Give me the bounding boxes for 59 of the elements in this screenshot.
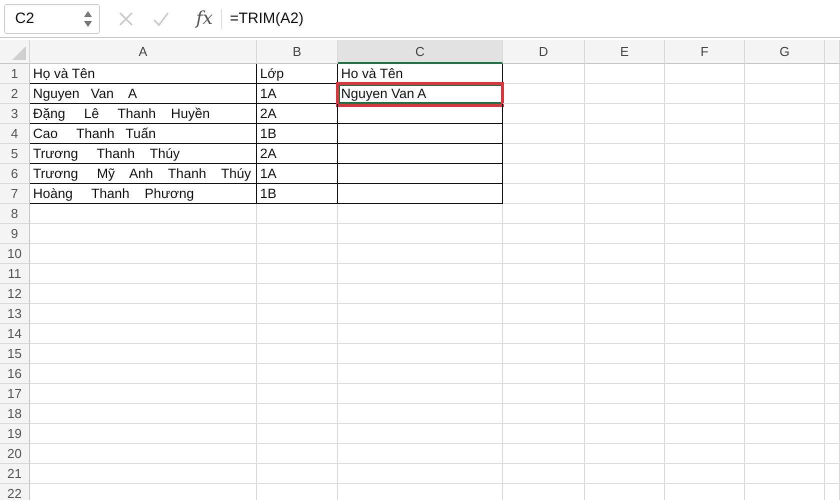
select-all-corner[interactable] — [0, 40, 30, 64]
spreadsheet-cell[interactable] — [338, 164, 503, 184]
row-header[interactable]: 7 — [0, 184, 30, 204]
row-header[interactable]: 5 — [0, 144, 30, 164]
row-header[interactable]: 14 — [0, 324, 30, 344]
spreadsheet-cell[interactable]: Đặng Lê Thanh Huyền — [30, 104, 257, 124]
column-header[interactable]: G — [745, 40, 825, 64]
column-header[interactable] — [825, 40, 840, 64]
row-header[interactable]: 13 — [0, 304, 30, 324]
spreadsheet-cell[interactable]: 2A — [257, 104, 338, 124]
spreadsheet-cell[interactable]: Lớp — [257, 64, 338, 84]
column-header[interactable]: A — [30, 40, 257, 64]
spreadsheet-cell[interactable]: Cao Thanh Tuấn — [30, 124, 257, 144]
spreadsheet-cell[interactable]: 1A — [257, 84, 338, 104]
row-header[interactable]: 22 — [0, 484, 30, 500]
formula-input[interactable]: =TRIM(A2) — [230, 10, 304, 27]
row-header[interactable]: 2 — [0, 84, 30, 104]
spreadsheet-cell[interactable] — [338, 124, 503, 144]
spreadsheet-cell[interactable]: Nguyen Van A — [30, 84, 257, 104]
spreadsheet-cell[interactable] — [338, 104, 503, 124]
cancel-icon[interactable] — [118, 10, 134, 26]
column-header[interactable]: F — [665, 40, 745, 64]
row-header[interactable]: 16 — [0, 364, 30, 384]
spreadsheet-cell[interactable]: 1B — [257, 124, 338, 144]
row-header[interactable]: 10 — [0, 244, 30, 264]
checkmark-icon[interactable] — [152, 10, 170, 26]
row-header[interactable]: 3 — [0, 104, 30, 124]
name-box[interactable]: C2 — [4, 4, 100, 34]
spreadsheet-cell[interactable] — [338, 184, 503, 204]
row-header[interactable]: 1 — [0, 64, 30, 84]
spreadsheet-cell[interactable]: 1A — [257, 164, 338, 184]
row-header[interactable]: 6 — [0, 164, 30, 184]
function-button[interactable]: fx — [196, 8, 213, 29]
row-header[interactable]: 19 — [0, 424, 30, 444]
triangle-icon — [12, 46, 26, 60]
column-header[interactable]: E — [585, 40, 665, 64]
spreadsheet-cell[interactable]: Nguyen Van A — [338, 84, 503, 104]
row-header[interactable]: 21 — [0, 464, 30, 484]
spreadsheet-cell[interactable]: Ho và Tên — [338, 64, 503, 84]
spreadsheet-cell[interactable]: Trương Mỹ Anh Thanh Thúy — [30, 164, 257, 184]
row-header[interactable]: 15 — [0, 344, 30, 364]
row-header[interactable]: 20 — [0, 444, 30, 464]
spreadsheet-cell[interactable]: Trương Thanh Thúy — [30, 144, 257, 164]
row-header[interactable]: 17 — [0, 384, 30, 404]
spreadsheet-cell[interactable] — [338, 144, 503, 164]
row-header[interactable]: 12 — [0, 284, 30, 304]
column-header[interactable]: C — [338, 40, 503, 64]
spreadsheet-cell[interactable]: Họ và Tên — [30, 64, 257, 84]
row-header[interactable]: 11 — [0, 264, 30, 284]
column-header[interactable]: B — [257, 40, 338, 64]
row-header[interactable]: 8 — [0, 204, 30, 224]
spreadsheet-cell[interactable]: 1B — [257, 184, 338, 204]
spreadsheet-cell[interactable]: Hoàng Thanh Phương — [30, 184, 257, 204]
stepper-icon[interactable] — [83, 8, 93, 28]
row-header[interactable]: 4 — [0, 124, 30, 144]
row-header[interactable]: 18 — [0, 404, 30, 424]
row-header[interactable]: 9 — [0, 224, 30, 244]
spreadsheet-cell[interactable]: 2A — [257, 144, 338, 164]
column-header[interactable]: D — [503, 40, 585, 64]
